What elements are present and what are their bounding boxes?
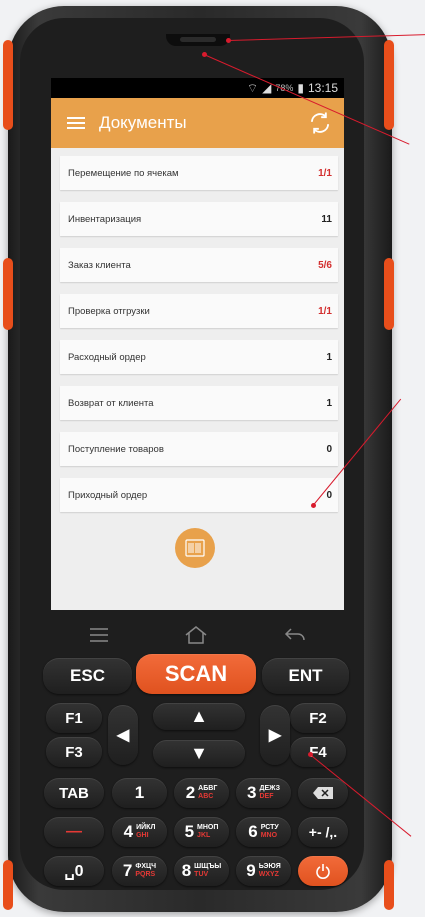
key-2-en: ABC <box>198 793 214 800</box>
document-row[interactable]: Возврат от клиента 1 <box>60 386 338 420</box>
backspace-key[interactable] <box>298 778 348 808</box>
key-8[interactable]: 8 ШЩЪЫ TUV <box>174 856 229 886</box>
android-nav-bar <box>51 612 344 658</box>
document-count: 0 <box>326 443 332 455</box>
document-count: 1/1 <box>318 305 332 317</box>
wifi-icon: ⌔ <box>246 80 259 95</box>
document-list: Перемещение по ячекам 1/1 Инвентаризация 11… <box>51 148 344 512</box>
document-row[interactable]: Расходный ордер 1 <box>60 340 338 374</box>
up-arrow-key[interactable]: ▲ <box>153 703 245 730</box>
key-7-ru: ФХЦЧ <box>135 863 157 870</box>
document-count: 1 <box>326 397 332 409</box>
document-row[interactable]: Проверка отгрузки 1/1 <box>60 294 338 328</box>
key-4-en: GHI <box>136 832 149 839</box>
backspace-icon <box>313 787 333 799</box>
key-5-digit: 5 <box>184 822 195 841</box>
key-9[interactable]: 9 ЬЭЮЯ WXYZ <box>236 856 291 886</box>
f2-key[interactable]: F2 <box>290 703 346 733</box>
page-title: Документы <box>99 113 187 132</box>
key-4-digit: 4 <box>123 822 134 841</box>
key-9-digit: 9 <box>246 861 256 880</box>
key-6-ru: РСТУ <box>260 824 279 831</box>
home-icon[interactable] <box>183 624 209 646</box>
clock: 13:15 <box>307 81 338 95</box>
key-3-en: DEF <box>259 793 274 800</box>
earpiece-speaker <box>166 34 230 46</box>
key-4-ru: ИЙКЛ <box>136 824 156 831</box>
key-6[interactable]: 6 РСТУ MNO <box>236 817 291 847</box>
document-label: Перемещение по ячекам <box>68 167 179 179</box>
key-8-ru: ШЩЪЫ <box>194 863 222 870</box>
document-label: Приходный ордер <box>68 489 148 501</box>
app-bar: Документы <box>51 98 344 148</box>
key-5-en: JKL <box>197 832 211 839</box>
document-label: Проверка отгрузки <box>68 305 150 317</box>
bumper-top-left <box>3 40 13 130</box>
right-arrow-key[interactable]: ▶ <box>260 705 290 765</box>
document-count: 1 <box>326 351 332 363</box>
document-row[interactable]: Приходный ордер 0 <box>60 478 338 512</box>
key-5-ru: МНОП <box>197 824 219 831</box>
menu-icon[interactable] <box>67 117 85 129</box>
space-zero-key[interactable]: ␣0 <box>44 856 104 886</box>
key-7-digit: 7 <box>122 861 133 880</box>
key-2-ru: АБВГ <box>198 785 218 792</box>
key-5[interactable]: 5 МНОП JKL <box>174 817 229 847</box>
plusminus-key[interactable]: +- /,. <box>298 817 348 847</box>
esc-key[interactable]: ESC <box>43 658 132 694</box>
f1-key[interactable]: F1 <box>46 703 102 733</box>
battery-icon: ▮ <box>297 81 304 95</box>
key-6-en: MNO <box>260 832 278 839</box>
key-8-digit: 8 <box>181 861 192 880</box>
document-row[interactable]: Поступление товаров 0 <box>60 432 338 466</box>
key-2-digit: 2 <box>185 783 196 802</box>
ent-key[interactable]: ENT <box>262 658 349 694</box>
key-1[interactable]: 1 <box>112 778 167 808</box>
document-count: 5/6 <box>318 259 332 271</box>
recents-icon[interactable] <box>88 627 110 643</box>
screen: ⌔ ◢ 78% ▮ 13:15 Документы Перемещение по… <box>51 78 344 610</box>
left-arrow-key[interactable]: ◀ <box>108 705 138 765</box>
side-scan-button-right[interactable] <box>384 258 394 330</box>
document-label: Поступление товаров <box>68 443 164 455</box>
document-count: 1/1 <box>318 167 332 179</box>
tab-key[interactable]: TAB <box>44 778 104 808</box>
minus-key[interactable]: — <box>44 817 104 847</box>
key-8-en: TUV <box>194 871 209 878</box>
document-row[interactable]: Перемещение по ячекам 1/1 <box>60 156 338 190</box>
down-arrow-key[interactable]: ▼ <box>153 740 245 767</box>
key-4[interactable]: 4 ИЙКЛ GHI <box>112 817 167 847</box>
document-count: 11 <box>321 213 332 225</box>
key-6-digit: 6 <box>248 822 258 841</box>
power-icon <box>316 864 330 879</box>
document-row[interactable]: Инвентаризация 11 <box>60 202 338 236</box>
scan-barcode-button[interactable] <box>175 528 215 568</box>
key-7[interactable]: 7 ФХЦЧ PQRS <box>112 856 167 886</box>
key-9-ru: ЬЭЮЯ <box>258 863 281 870</box>
key-3[interactable]: 3 ДЕЖЗ DEF <box>236 778 291 808</box>
barcode-icon <box>185 539 205 557</box>
bumper-bottom-left <box>3 860 13 910</box>
sync-icon[interactable] <box>306 109 334 137</box>
f4-key[interactable]: F4 <box>290 737 346 767</box>
document-count: 0 <box>326 489 332 501</box>
document-label: Инвентаризация <box>68 213 142 225</box>
back-icon[interactable] <box>283 626 307 644</box>
document-label: Расходный ордер <box>68 351 146 363</box>
scan-key[interactable]: SCAN <box>136 654 256 694</box>
key-9-en: WXYZ <box>258 871 279 878</box>
key-3-ru: ДЕЖЗ <box>259 785 280 792</box>
f3-key[interactable]: F3 <box>46 737 102 767</box>
document-label: Заказ клиента <box>68 259 131 271</box>
key-1-digit: 1 <box>134 783 145 802</box>
key-3-digit: 3 <box>247 783 257 802</box>
document-label: Возврат от клиента <box>68 397 154 409</box>
bumper-bottom-right <box>384 860 394 910</box>
key-7-en: PQRS <box>135 871 156 878</box>
key-2[interactable]: 2 АБВГ ABC <box>174 778 229 808</box>
power-key[interactable] <box>298 856 348 886</box>
bumper-top-right <box>384 40 394 130</box>
side-scan-button-left[interactable] <box>3 258 13 330</box>
document-row[interactable]: Заказ клиента 5/6 <box>60 248 338 282</box>
